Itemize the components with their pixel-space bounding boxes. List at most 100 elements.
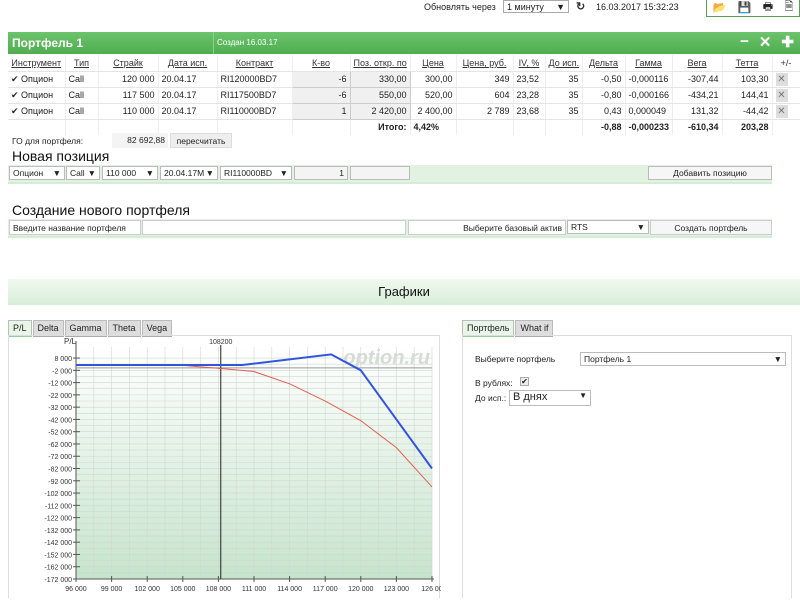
dropdown-arrow-icon: ▼	[205, 168, 214, 178]
strike-select[interactable]: 110 000 ▼	[102, 166, 158, 180]
close-icon[interactable]: ✕	[759, 33, 772, 51]
instrument-select[interactable]: Опцион ▼	[9, 166, 65, 180]
type-select[interactable]: Call ▼	[66, 166, 100, 180]
table-row: ✔ Опцион Call 120 000 20.04.17 RI120000BD7 -6…	[8, 70, 800, 88]
refresh-interval-select[interactable]: 1 минуту ▼	[503, 0, 569, 13]
column-header[interactable]: Тип	[65, 55, 99, 72]
pl-chart: 8 000 -2 000 -12 000 -22 000 -32 000 -42 000 -…	[44, 337, 442, 593]
portfolio-created: Создан 16.03.17	[213, 32, 281, 54]
cell-price: 2 400,00	[410, 103, 457, 120]
column-header[interactable]: Поз. откр. по	[350, 55, 411, 72]
column-header[interactable]: Вега	[672, 55, 723, 72]
column-header[interactable]: Дата исп.	[158, 55, 218, 72]
x-tick-label: 126 00	[421, 586, 441, 593]
column-header[interactable]: Инструмент	[8, 55, 66, 72]
cell-delta: 0,43	[582, 103, 626, 120]
row-checkbox[interactable]: ✔	[11, 74, 21, 84]
print-icon[interactable]: 🖶	[763, 0, 773, 17]
cell-qty[interactable]: -6	[291, 70, 351, 88]
y-axis-label: P/L	[64, 337, 77, 346]
minimize-icon[interactable]: −	[740, 33, 749, 51]
instrument-value: Опцион	[13, 168, 44, 178]
quantity-input[interactable]: 1	[294, 166, 348, 180]
dropdown-arrow-icon: ▼	[556, 1, 565, 12]
expiry-value: В днях	[513, 391, 548, 403]
delete-row-icon[interactable]: ✕	[775, 88, 788, 102]
cell-price: 300,00	[410, 71, 457, 88]
dropdown-arrow-icon: ▼	[87, 168, 96, 178]
total-gamma: -0,000233	[625, 119, 673, 135]
cell-open[interactable]: 550,00	[349, 86, 411, 104]
rubles-checkbox[interactable]: ✔	[520, 377, 529, 386]
row-checkbox[interactable]: ✔	[11, 90, 21, 100]
delete-row-icon[interactable]: ✕	[775, 72, 788, 86]
new-position-row: Опцион ▼ Call ▼ 110 000 ▼ 20.04.17M ▼ RI1100…	[8, 165, 772, 184]
cell-contract: RI117500BD7	[217, 87, 293, 104]
x-tick-label: 105 000	[170, 586, 195, 593]
cell-price: 520,00	[410, 87, 457, 104]
cell-qty[interactable]: 1	[291, 102, 351, 120]
plus-icon[interactable]: ✚	[781, 33, 794, 51]
export-icon[interactable]: 🗎	[784, 0, 793, 17]
date-select[interactable]: 20.04.17M ▼	[160, 166, 218, 180]
dropdown-arrow-icon: ▼	[773, 354, 782, 364]
contract-select[interactable]: RI110000BD ▼	[220, 166, 292, 180]
graphs-header: Графики	[8, 279, 800, 305]
cell-price_rub: 349	[456, 71, 514, 88]
column-header[interactable]: До исп.	[545, 55, 583, 72]
save-icon[interactable]: 💾	[738, 1, 752, 14]
price-input[interactable]	[350, 166, 410, 180]
x-tick-label: 123 000	[384, 586, 409, 593]
column-header[interactable]: Контракт	[217, 55, 293, 72]
cell-open[interactable]: 330,00	[349, 70, 411, 88]
row-checkbox[interactable]: ✔	[11, 106, 21, 116]
y-tick-label: -22 000	[48, 393, 72, 400]
new-position-title: Новая позиция	[12, 148, 110, 164]
column-header[interactable]: Дельта	[582, 55, 626, 72]
select-portfolio-label: Выберите портфель	[475, 354, 556, 364]
y-tick-label: 8 000	[54, 356, 72, 363]
y-tick-label: -92 000	[48, 479, 72, 486]
cell-gamma: -0,000116	[625, 71, 673, 88]
column-header[interactable]: Гамма	[625, 55, 673, 72]
add-position-button[interactable]: Добавить позицию	[648, 166, 772, 180]
create-portfolio-title: Создание нового портфеля	[12, 202, 190, 218]
y-tick-label: -2 000	[52, 368, 72, 375]
column-header[interactable]: IV, %	[513, 55, 546, 72]
chart-panel: 8 000 -2 000 -12 000 -22 000 -32 000 -42 000 -…	[8, 335, 443, 598]
cell-open[interactable]: 2 420,00	[349, 102, 411, 120]
table-header: Инструмент Тип Страйк Дата исп. Контракт К-во…	[8, 55, 800, 72]
portfolio-name-input[interactable]	[142, 220, 406, 235]
cell-days: 35	[545, 103, 583, 120]
column-header[interactable]: Цена	[410, 55, 457, 72]
column-header[interactable]: Цена, руб.	[456, 55, 514, 72]
open-folder-icon[interactable]: 📂	[713, 1, 727, 14]
portfolio-header: Портфель 1 Создан 16.03.17 − ✕ ✚	[8, 32, 800, 54]
type-value: Call	[70, 168, 85, 178]
instrument-label: Опцион	[21, 73, 54, 84]
date-value: 20.04.17M	[164, 168, 205, 178]
recalculate-button[interactable]: пересчитать	[170, 133, 232, 148]
create-portfolio-button[interactable]: Создать портфель	[650, 220, 772, 235]
y-tick-label: -142 000	[44, 540, 72, 547]
portfolio-title: Портфель 1	[12, 36, 84, 50]
refresh-label: Обновлять через	[424, 2, 496, 12]
cell-qty[interactable]: -6	[291, 86, 351, 104]
y-tick-label: -52 000	[48, 430, 72, 437]
total-label: Итого:	[350, 119, 411, 135]
column-header[interactable]: Тетта	[722, 55, 773, 72]
cell-date: 20.04.17	[158, 71, 218, 88]
delete-row-icon[interactable]: ✕	[775, 104, 788, 118]
cell-gamma: 0,000049	[625, 103, 673, 120]
portfolio-select[interactable]: Портфель 1 ▼	[580, 352, 786, 366]
refresh-icon[interactable]: ↻	[576, 0, 585, 13]
column-header[interactable]: Страйк	[98, 55, 159, 72]
margin-value: 82 692,88	[112, 133, 168, 148]
base-asset-select[interactable]: RTS ▼	[567, 220, 649, 234]
expiry-select[interactable]: В днях ▼	[509, 390, 591, 406]
x-tick-label: 120 000	[348, 586, 373, 593]
column-header[interactable]: К-во	[292, 55, 351, 72]
cell-strike: 110 000	[98, 103, 159, 120]
cell-date: 20.04.17	[158, 103, 218, 120]
x-tick-label: 111 000	[242, 586, 266, 593]
